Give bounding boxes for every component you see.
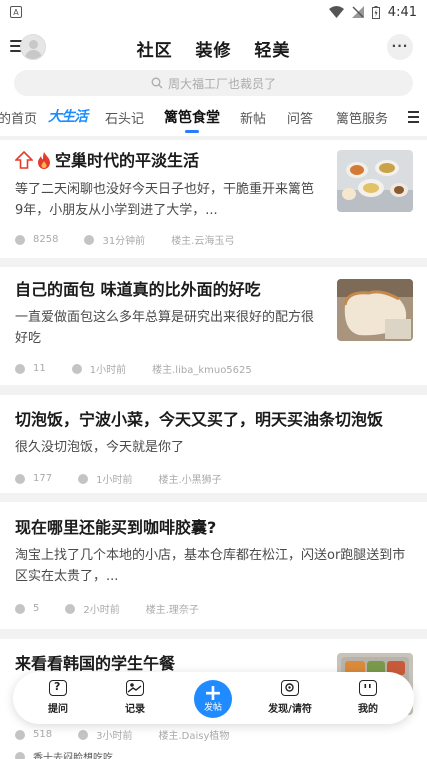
post-excerpt-line: 一直爱做面包这么多年总算是研究出来很好的配方很 <box>15 310 315 325</box>
question-icon: ? <box>49 680 67 696</box>
smile-icon <box>359 680 377 696</box>
section-tabs: 社区 装修 轻美 <box>0 36 427 61</box>
wifi-icon <box>328 6 344 18</box>
comment-count: 11 <box>33 363 46 374</box>
image-icon <box>126 680 144 696</box>
post-title-text: 空巢时代的平淡生活 <box>55 151 200 170</box>
nav-discover-label: 发现/请符 <box>268 704 312 715</box>
post-thumbnail[interactable] <box>337 150 413 212</box>
post-author[interactable]: 楼主.liba_kmuo5625 <box>152 361 252 376</box>
post-excerpt-line: 区实在太贵了，... <box>15 569 119 584</box>
top-header: 社区 装修 轻美 ··· <box>0 24 427 70</box>
next-post-peek-text: 香十去闷脸想吃吃 <box>33 753 113 759</box>
search-row: 周大福工厂也裁员了 <box>0 70 427 98</box>
category-big-life-logo[interactable]: 大生活 <box>48 106 88 126</box>
post-excerpt: 淘宝上找了几个本地的小店，基本仓库都在松江，闪送or跑腿送到市 区实在太贵了，.… <box>15 545 405 587</box>
comment-icon <box>15 363 25 374</box>
post-time: 1小时前 <box>96 475 133 486</box>
post-button-label: 发帖 <box>203 703 222 713</box>
post-title: 现在哪里还能买到咖啡胶囊? <box>15 518 217 537</box>
post-author[interactable]: 楼主.理奈子 <box>146 601 199 616</box>
category-home[interactable]: 的首页 <box>0 108 37 127</box>
tab-beauty[interactable]: 轻美 <box>254 41 290 61</box>
clock-icon <box>78 473 89 484</box>
post-card[interactable]: 自己的面包 味道真的比外面的好吃 一直爱做面包这么多年总算是研究出来很好的配方很… <box>0 267 427 385</box>
notification-icon: A <box>10 6 22 18</box>
category-liba-canteen[interactable]: 篱笆食堂 <box>164 107 220 133</box>
plus-icon: + <box>203 681 223 706</box>
post-card[interactable]: 切泡饭，宁波小菜，今天又买了，明天买油条切泡饭 很久没切泡饭，今天就是你了 17… <box>0 395 427 493</box>
post-card[interactable]: 空巢时代的平淡生活 等了二天闲聊也没好今天日子也好，干脆重开来篱笆 9年，小朋友… <box>0 140 427 258</box>
fire-icon <box>38 152 50 169</box>
post-button[interactable]: + 发帖 <box>194 680 232 718</box>
comment-count: 8258 <box>33 234 59 245</box>
post-meta: 518 3小时前 楼主.Daisy植物 <box>15 727 229 742</box>
search-input[interactable]: 周大福工厂也裁员了 <box>14 70 413 96</box>
post-title: 自己的面包 味道真的比外面的好吃 <box>15 280 261 299</box>
comment-count: 518 <box>33 729 53 740</box>
tab-community[interactable]: 社区 <box>137 41 173 61</box>
post-title: 空巢时代的平淡生活 <box>15 150 199 172</box>
post-time: 3小时前 <box>96 731 133 742</box>
comment-count: 177 <box>33 473 53 484</box>
post-time: 2小时前 <box>83 605 120 616</box>
comment-icon <box>15 729 25 740</box>
post-meta: 5 2小时前 楼主.理奈子 <box>15 601 199 616</box>
post-title: 切泡饭，宁波小菜，今天又买了，明天买油条切泡饭 <box>15 410 384 429</box>
post-excerpt: 很久没切泡饭，今天就是你了 <box>15 440 185 455</box>
post-meta: 11 1小时前 楼主.liba_kmuo5625 <box>15 361 252 376</box>
next-post-peek: 香十去闷脸想吃吃 <box>15 749 113 759</box>
comment-icon <box>15 234 25 245</box>
nav-ask-label: 提问 <box>48 704 68 715</box>
post-author[interactable]: 楼主.小黑狮子 <box>158 471 221 486</box>
post-thumbnail[interactable] <box>337 279 413 341</box>
post-author[interactable]: 楼主.云海玉弓 <box>171 232 234 247</box>
clock-icon <box>71 363 82 374</box>
nav-me-label: 我的 <box>358 704 378 715</box>
clock-icon <box>78 729 89 740</box>
post-time: 1小时前 <box>89 365 127 376</box>
nav-me[interactable]: 我的 <box>338 680 398 715</box>
comment-icon <box>15 603 25 614</box>
post-meta: 177 1小时前 楼主.小黑狮子 <box>15 471 222 486</box>
post-excerpt-line: 等了二天闲聊也没好今天日子也好，干脆重开来篱笆 <box>15 182 315 197</box>
nav-record[interactable]: 记录 <box>105 680 165 715</box>
comment-count: 5 <box>33 603 40 614</box>
clock: 4:41 <box>387 4 417 20</box>
post-time: 31分钟前 <box>102 236 146 247</box>
signal-icon <box>351 6 364 18</box>
user-icon <box>15 751 25 759</box>
status-icons: 4:41 <box>328 4 417 20</box>
category-new-posts[interactable]: 新帖 <box>240 108 266 127</box>
nav-discover[interactable]: 发现/请符 <box>260 680 320 715</box>
battery-icon <box>371 5 380 19</box>
category-qa[interactable]: 问答 <box>287 108 313 127</box>
status-bar: A 4:41 <box>0 0 427 24</box>
post-excerpt-line: 9年，小朋友从小学到进了大学，... <box>15 203 218 218</box>
post-excerpt-line: 好吃 <box>15 331 42 346</box>
category-bar: 的首页 大生活 石头记 篱笆食堂 新帖 问答 篱笆服务 <box>0 98 427 136</box>
nav-record-label: 记录 <box>125 704 145 715</box>
search-placeholder: 周大福工厂也裁员了 <box>167 76 276 91</box>
arrow-up-icon <box>15 151 33 169</box>
clock-icon <box>84 234 95 245</box>
search-icon <box>151 77 163 89</box>
post-card[interactable]: 现在哪里还能买到咖啡胶囊? 淘宝上找了几个本地的小店，基本仓库都在松江，闪送or… <box>0 502 427 629</box>
post-author[interactable]: 楼主.Daisy植物 <box>158 727 229 742</box>
category-menu-icon[interactable] <box>399 98 427 136</box>
category-stone[interactable]: 石头记 <box>105 108 144 127</box>
category-liba-service[interactable]: 篱笆服务 <box>336 108 388 127</box>
clock-icon <box>65 603 76 614</box>
tab-renovation[interactable]: 装修 <box>196 41 232 61</box>
nav-ask[interactable]: ? 提问 <box>28 680 88 715</box>
post-excerpt-line: 淘宝上找了几个本地的小店，基本仓库都在松江，闪送or跑腿送到市 <box>15 548 406 563</box>
bottom-nav: ? 提问 记录 + 发帖 发现/请符 我的 <box>13 672 414 724</box>
comment-icon <box>15 473 25 484</box>
post-meta: 8258 31分钟前 楼主.云海玉弓 <box>15 232 234 247</box>
more-button[interactable]: ··· <box>387 34 413 60</box>
post-excerpt: 一直爱做面包这么多年总算是研究出来很好的配方很 好吃 <box>15 307 314 349</box>
post-excerpt: 等了二天闲聊也没好今天日子也好，干脆重开来篱笆 9年，小朋友从小学到进了大学，.… <box>15 179 314 221</box>
discover-icon <box>281 680 299 696</box>
